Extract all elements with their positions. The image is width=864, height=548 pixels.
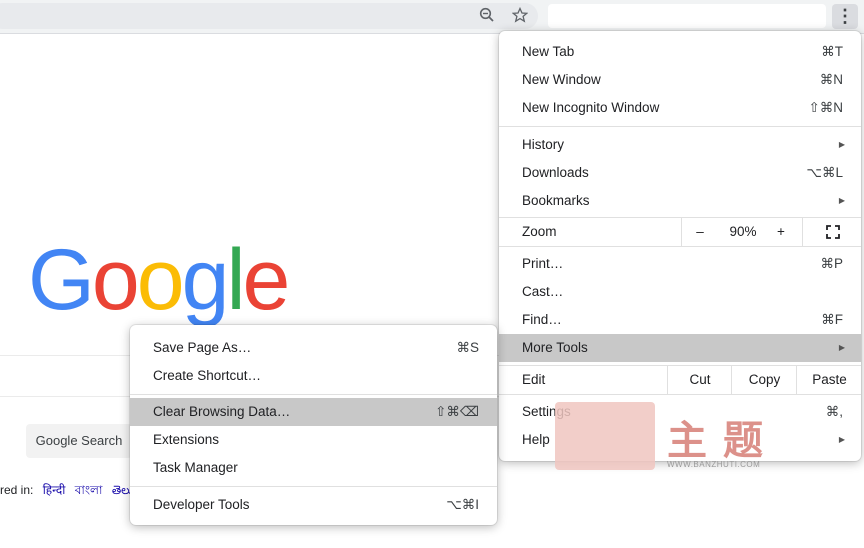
watermark-url: WWW.BANZHUTI.COM <box>667 460 761 469</box>
menu-separator <box>130 486 497 487</box>
submenu-arrow-icon: ▶ <box>838 343 845 352</box>
extension-area <box>548 4 826 28</box>
logo-letter: e <box>242 232 291 328</box>
menu-label: Create Shortcut… <box>153 368 262 383</box>
zoom-out-icon[interactable] <box>478 7 496 25</box>
menu-item-print[interactable]: Print… ⌘P <box>499 250 861 278</box>
menu-label: Clear Browsing Data… <box>153 404 291 419</box>
paste-button[interactable]: Paste <box>796 366 862 394</box>
address-bar[interactable] <box>0 3 538 29</box>
menu-label: History <box>522 137 565 152</box>
menu-separator <box>499 394 861 395</box>
menu-item-new-tab[interactable]: New Tab ⌘T <box>499 38 861 66</box>
watermark: 主 题 WWW.BANZHUTI.COM <box>555 402 785 474</box>
menu-item-save-page[interactable]: Save Page As… ⌘S <box>130 334 497 362</box>
menu-label: Cast… <box>522 284 564 299</box>
shortcut-label: ⌘, <box>825 404 843 419</box>
shortcut-label: ⇧⌘⌫ <box>435 404 479 419</box>
languages-offered: red in: हिन्दी বাংলা తెలుగు <box>0 481 145 502</box>
copy-button[interactable]: Copy <box>731 366 797 394</box>
logo-letter: o <box>91 232 140 328</box>
watermark-seal <box>555 402 655 470</box>
menu-separator <box>130 394 497 395</box>
menu-label: Developer Tools <box>153 497 250 512</box>
menu-item-more-tools[interactable]: More Tools ▶ <box>499 334 861 362</box>
menu-row-zoom: Zoom – 90% + <box>499 218 861 246</box>
logo-letter: G <box>28 232 95 328</box>
zoom-level: 90% <box>729 224 757 239</box>
menu-label: Help <box>522 432 550 447</box>
watermark-char: 题 <box>723 417 763 464</box>
offered-label: red in: <box>0 483 34 497</box>
browser-toolbar: ⋮ <box>0 0 864 34</box>
menu-label: Print… <box>522 256 564 271</box>
menu-item-task-manager[interactable]: Task Manager <box>130 454 497 482</box>
shortcut-label: ⌥⌘I <box>446 497 479 512</box>
shortcut-label: ⇧⌘N <box>808 100 843 115</box>
submenu-arrow-icon: ▶ <box>838 140 845 149</box>
menu-label: Edit <box>522 372 546 387</box>
menu-item-clear-browsing-data[interactable]: Clear Browsing Data… ⇧⌘⌫ <box>130 398 497 426</box>
logo-letter: o <box>136 232 185 328</box>
google-logo: Google <box>28 237 290 323</box>
logo-letter: l <box>226 232 245 328</box>
menu-item-create-shortcut[interactable]: Create Shortcut… <box>130 362 497 390</box>
menu-label: Find… <box>522 312 562 327</box>
cut-button[interactable]: Cut <box>667 366 732 394</box>
menu-label: Save Page As… <box>153 340 252 355</box>
shortcut-label: ⌘N <box>819 72 843 87</box>
google-search-button[interactable]: Google Search <box>26 424 132 458</box>
watermark-char: 主 <box>667 417 707 464</box>
menu-label: New Incognito Window <box>522 100 660 115</box>
shortcut-label: ⌘S <box>456 340 479 355</box>
shortcut-label: ⌥⌘L <box>806 165 843 180</box>
menu-item-find[interactable]: Find… ⌘F <box>499 306 861 334</box>
menu-item-extensions[interactable]: Extensions <box>130 426 497 454</box>
menu-separator <box>499 126 861 127</box>
submenu-arrow-icon: ▶ <box>838 435 845 444</box>
menu-item-new-incognito[interactable]: New Incognito Window ⇧⌘N <box>499 94 861 122</box>
menu-label: Task Manager <box>153 460 238 475</box>
menu-item-cast[interactable]: Cast… <box>499 278 861 306</box>
zoom-out-button[interactable]: – <box>681 218 718 246</box>
logo-letter: g <box>181 232 230 328</box>
menu-item-history[interactable]: History ▶ <box>499 131 861 159</box>
menu-label: More Tools <box>522 340 588 355</box>
menu-label: New Window <box>522 72 601 87</box>
shortcut-label: ⌘T <box>821 44 843 59</box>
more-tools-submenu: Save Page As… ⌘S Create Shortcut… Clear B… <box>130 325 497 525</box>
menu-label: Downloads <box>522 165 589 180</box>
star-icon[interactable] <box>511 6 529 25</box>
zoom-in-button[interactable]: + <box>769 218 793 246</box>
chrome-main-menu: New Tab ⌘T New Window ⌘N New Incognito Win… <box>499 31 861 461</box>
fullscreen-icon[interactable] <box>802 218 862 246</box>
menu-label: Extensions <box>153 432 220 447</box>
menu-label: New Tab <box>522 44 575 59</box>
menu-item-bookmarks[interactable]: Bookmarks ▶ <box>499 187 861 215</box>
language-link-bengali[interactable]: বাংলা <box>75 483 103 497</box>
menu-row-edit: Edit Cut Copy Paste <box>499 366 861 394</box>
menu-label: Bookmarks <box>522 193 590 208</box>
menu-separator <box>499 246 861 247</box>
menu-item-developer-tools[interactable]: Developer Tools ⌥⌘I <box>130 491 497 519</box>
language-link-hindi[interactable]: हिन्दी <box>43 483 66 497</box>
shortcut-label: ⌘F <box>821 312 843 327</box>
submenu-arrow-icon: ▶ <box>838 196 845 205</box>
shortcut-label: ⌘P <box>820 256 843 271</box>
menu-item-new-window[interactable]: New Window ⌘N <box>499 66 861 94</box>
menu-item-downloads[interactable]: Downloads ⌥⌘L <box>499 159 861 187</box>
more-vert-icon[interactable]: ⋮ <box>832 4 858 29</box>
menu-label: Zoom <box>522 224 557 239</box>
